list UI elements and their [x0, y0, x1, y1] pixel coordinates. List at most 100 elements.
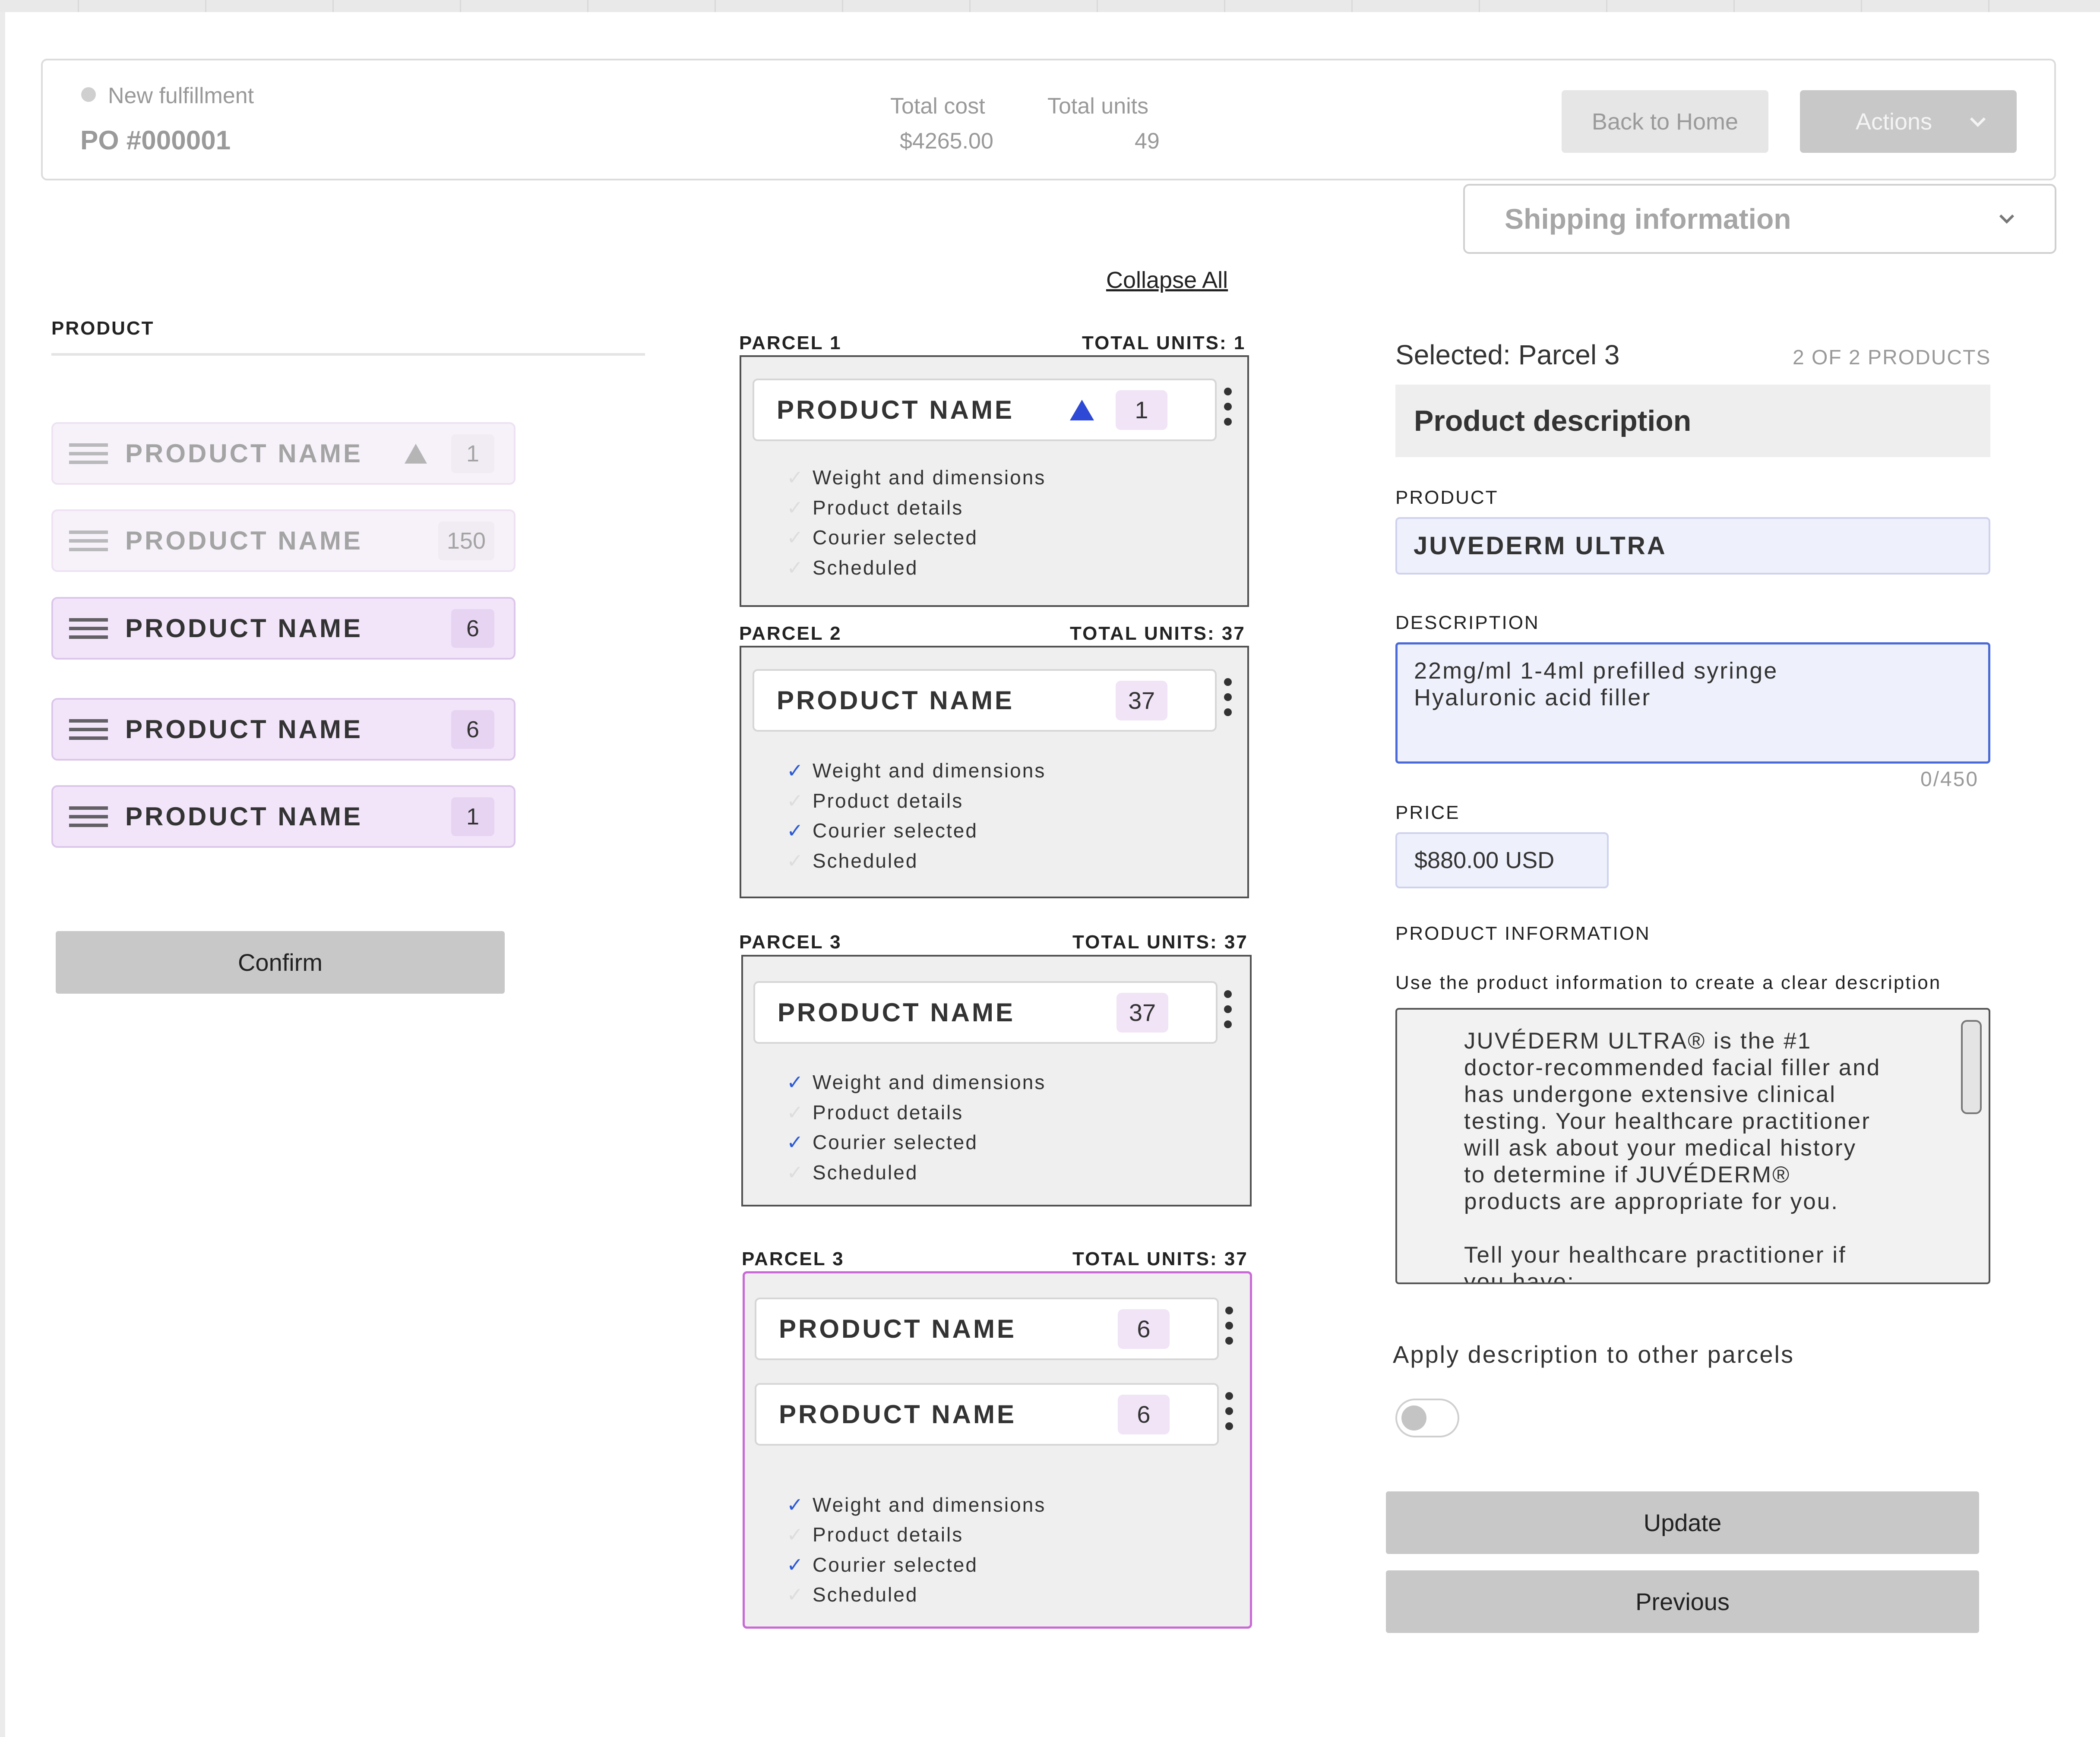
- warning-icon: [1070, 399, 1094, 420]
- parcel-total-units: TOTAL UNITS: 37: [1072, 932, 1248, 953]
- parcel-product-item[interactable]: PRODUCT NAME 6: [755, 1383, 1219, 1446]
- description-textarea[interactable]: 22mg/ml 1-4ml prefilled syringe Hyaluron…: [1395, 642, 1990, 764]
- collapse-all-link[interactable]: Collapse All: [1106, 267, 1228, 294]
- check-icon: ✓: [787, 790, 805, 812]
- more-options-icon[interactable]: [1224, 678, 1233, 723]
- more-options-icon[interactable]: [1225, 1307, 1234, 1352]
- update-button[interactable]: Update: [1386, 1491, 1979, 1554]
- previous-button[interactable]: Previous: [1386, 1570, 1979, 1633]
- drag-handle-icon[interactable]: [69, 438, 108, 469]
- price-field-label: PRICE: [1395, 802, 1460, 823]
- back-to-home-label: Back to Home: [1591, 108, 1739, 135]
- update-label: Update: [1643, 1509, 1722, 1536]
- checklist-item: ✓ Product details: [787, 789, 963, 812]
- status-label: New fulfillment: [108, 83, 254, 108]
- product-count: 37: [1116, 992, 1168, 1033]
- checklist-item: ✓ Scheduled: [787, 849, 918, 872]
- checklist-label: Courier selected: [813, 1131, 978, 1153]
- checklist-label: Product details: [813, 1523, 964, 1546]
- product-row[interactable]: PRODUCT NAME 1: [51, 422, 516, 485]
- confirm-button[interactable]: Confirm: [56, 931, 505, 994]
- parcel-title: PARCEL 3: [739, 932, 842, 953]
- character-counter: 0/450: [1920, 768, 1979, 791]
- section-title-label: Product description: [1414, 404, 1692, 437]
- checklist-item: ✓ Courier selected: [787, 526, 978, 549]
- parcel-product-item[interactable]: PRODUCT NAME 37: [753, 981, 1218, 1044]
- section-title: Product description: [1395, 385, 1990, 457]
- product-name: PRODUCT NAME: [125, 715, 363, 744]
- parcel-total-units: TOTAL UNITS: 37: [1072, 1248, 1248, 1270]
- parcel-product-item[interactable]: PRODUCT NAME 6: [755, 1298, 1219, 1360]
- more-options-icon[interactable]: [1224, 990, 1233, 1036]
- back-to-home-button[interactable]: Back to Home: [1562, 90, 1768, 153]
- product-field-label: PRODUCT: [1395, 487, 1499, 508]
- checklist-label: Weight and dimensions: [813, 1071, 1046, 1093]
- product-heading: PRODUCT: [51, 318, 155, 339]
- more-options-icon[interactable]: [1225, 1392, 1234, 1437]
- status-dot-icon: [81, 87, 96, 102]
- drag-handle-icon[interactable]: [69, 525, 108, 556]
- product-information-text: JUVÉDERM ULTRA® is the #1 doctor-recomme…: [1464, 1028, 1881, 1284]
- checklist-label: Weight and dimensions: [813, 1494, 1046, 1516]
- product-information-box[interactable]: JUVÉDERM ULTRA® is the #1 doctor-recomme…: [1395, 1008, 1990, 1284]
- checklist-item: ✓ Courier selected: [787, 1131, 978, 1154]
- checklist-item: ✓ Scheduled: [787, 1583, 918, 1606]
- product-count: 6: [451, 609, 494, 648]
- drag-handle-icon[interactable]: [69, 801, 108, 832]
- shipping-information-dropdown[interactable]: Shipping information: [1463, 184, 2056, 254]
- description-field-label: DESCRIPTION: [1395, 612, 1540, 633]
- product-name: PRODUCT NAME: [125, 614, 363, 643]
- check-icon: ✓: [787, 1161, 805, 1184]
- check-icon: ✓: [787, 1523, 805, 1546]
- total-units-label: Total units: [1047, 94, 1149, 119]
- product-name: PRODUCT NAME: [777, 395, 1014, 424]
- total-cost-value: $4265.00: [900, 129, 993, 154]
- product-information-label: PRODUCT INFORMATION: [1395, 923, 1651, 944]
- product-field[interactable]: JUVEDERM ULTRA: [1395, 517, 1990, 575]
- check-icon: ✓: [787, 819, 805, 842]
- checklist-label: Courier selected: [813, 1554, 978, 1576]
- product-row[interactable]: PRODUCT NAME 6: [51, 597, 516, 660]
- previous-label: Previous: [1635, 1588, 1730, 1615]
- parcel-product-item[interactable]: PRODUCT NAME 37: [753, 669, 1217, 732]
- product-name: PRODUCT NAME: [125, 526, 363, 555]
- drag-handle-icon[interactable]: [69, 613, 108, 644]
- checklist-label: Product details: [813, 790, 964, 812]
- selected-parcel-label: Selected: Parcel 3: [1395, 339, 1620, 370]
- parcel-product-item[interactable]: PRODUCT NAME 1: [753, 379, 1217, 441]
- parcel-title: PARCEL 1: [739, 332, 842, 354]
- actions-button[interactable]: Actions: [1800, 90, 2017, 153]
- product-count: 6: [1118, 1394, 1170, 1434]
- confirm-label: Confirm: [237, 949, 323, 976]
- parcel-total-units: TOTAL UNITS: 37: [1070, 623, 1246, 644]
- warning-icon: [405, 443, 427, 464]
- checklist-item: ✓ Courier selected: [787, 1553, 978, 1576]
- product-name: PRODUCT NAME: [778, 998, 1015, 1027]
- product-row[interactable]: PRODUCT NAME 1: [51, 785, 516, 848]
- price-field[interactable]: $880.00 USD: [1395, 832, 1609, 888]
- product-count: 150: [438, 521, 494, 560]
- checklist-label: Weight and dimensions: [813, 466, 1046, 489]
- checklist-label: Product details: [813, 496, 964, 519]
- parcel-title: PARCEL 2: [739, 623, 842, 644]
- product-field-value: JUVEDERM ULTRA: [1414, 532, 1667, 560]
- scrollbar[interactable]: [1961, 1020, 1982, 1114]
- checklist-item: ✓ Product details: [787, 1101, 963, 1124]
- po-number: PO #000001: [80, 126, 231, 155]
- product-name: PRODUCT NAME: [125, 802, 363, 831]
- checklist-item: ✓ Weight and dimensions: [787, 1493, 1046, 1516]
- product-name: PRODUCT NAME: [779, 1314, 1016, 1343]
- drag-handle-icon[interactable]: [69, 714, 108, 745]
- checklist-label: Courier selected: [813, 526, 978, 549]
- product-row[interactable]: PRODUCT NAME 6: [51, 698, 516, 761]
- check-icon: ✓: [787, 1071, 805, 1093]
- apply-description-toggle[interactable]: [1395, 1399, 1459, 1437]
- toggle-knob: [1401, 1405, 1426, 1431]
- check-icon: ✓: [787, 1101, 805, 1124]
- product-count-indicator: 2 OF 2 PRODUCTS: [1793, 346, 1991, 369]
- more-options-icon[interactable]: [1224, 388, 1233, 433]
- check-icon: ✓: [787, 759, 805, 782]
- chevron-down-icon: [1970, 117, 1986, 127]
- product-row[interactable]: PRODUCT NAME 150: [51, 509, 516, 572]
- checklist-item: ✓ Weight and dimensions: [787, 759, 1046, 782]
